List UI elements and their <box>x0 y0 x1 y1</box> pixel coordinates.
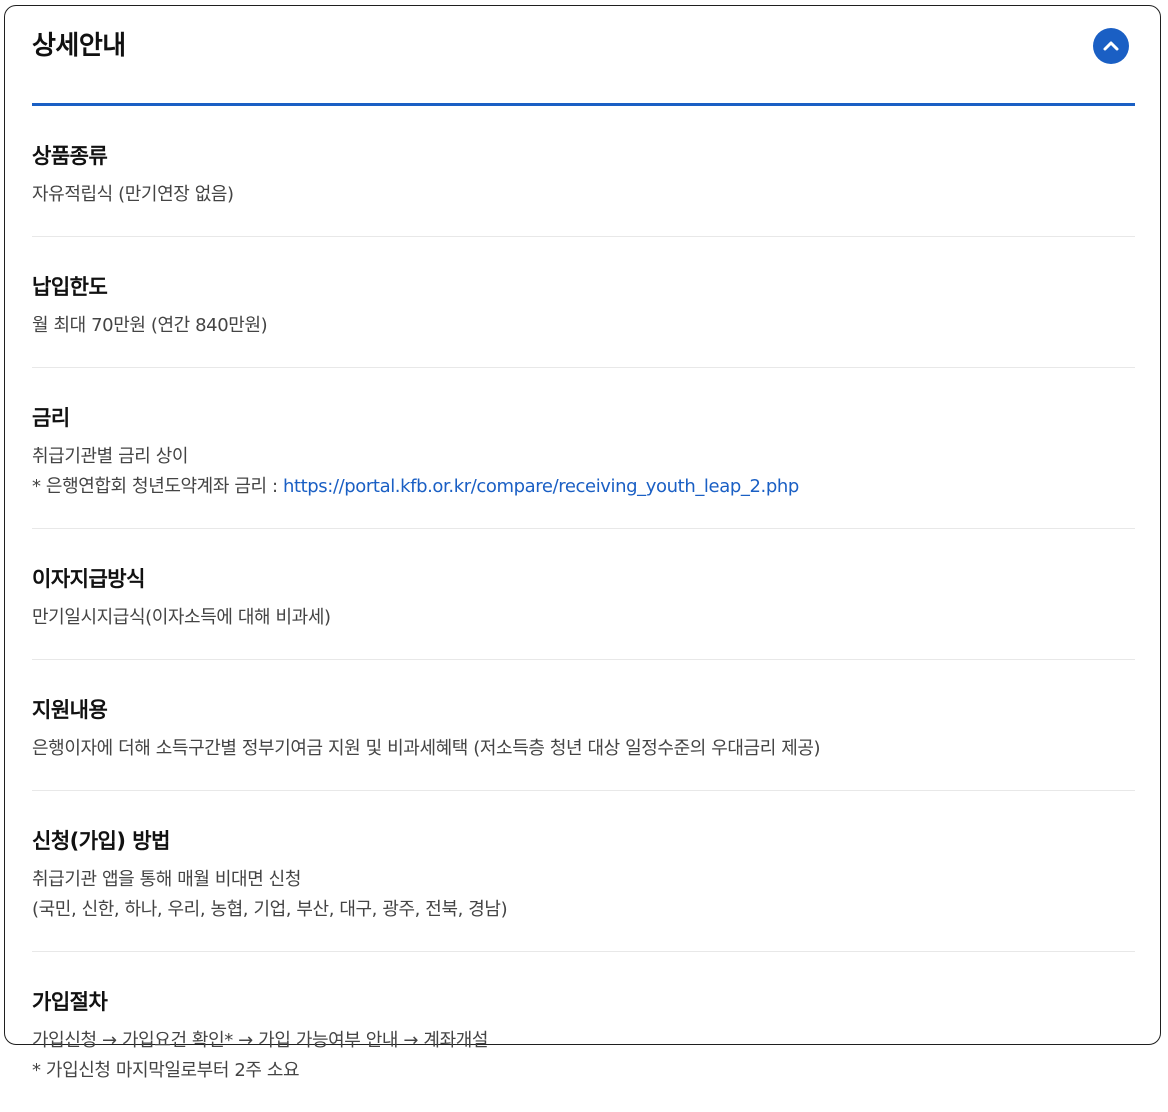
section-interest-rate: 금리 취급기관별 금리 상이 * 은행연합회 청년도약계좌 금리 : https… <box>32 368 1135 529</box>
section-title: 납입한도 <box>32 275 108 299</box>
section-application-method: 신청(가입) 방법 취급기관 앱을 통해 매월 비대면 신청 (국민, 신한, … <box>32 791 1135 952</box>
section-title: 지원내용 <box>32 698 108 722</box>
rate-note: * 은행연합회 청년도약계좌 금리 : https://portal.kfb.o… <box>32 472 1135 502</box>
section-text: 은행이자에 더해 소득구간별 정부기여금 지원 및 비과세혜택 (저소득층 청년… <box>32 738 821 759</box>
section-text: 만기일시지급식(이자소득에 대해 비과세) <box>32 607 331 628</box>
section-text: * 가입신청 마지막일로부터 2주 소요 <box>32 1060 300 1081</box>
kfb-rate-link[interactable]: https://portal.kfb.or.kr/compare/receivi… <box>283 476 799 497</box>
section-text: (국민, 신한, 하나, 우리, 농협, 기업, 부산, 대구, 광주, 전북,… <box>32 899 508 920</box>
section-support: 지원내용 은행이자에 더해 소득구간별 정부기여금 지원 및 비과세혜택 (저소… <box>32 660 1135 791</box>
section-deposit-limit: 납입한도 월 최대 70만원 (연간 840만원) <box>32 237 1135 368</box>
collapse-toggle-button[interactable] <box>1093 28 1129 64</box>
panel-header: 상세안내 <box>32 6 1135 106</box>
section-title: 신청(가입) 방법 <box>32 829 170 853</box>
section-title: 금리 <box>32 406 70 430</box>
section-title: 이자지급방식 <box>32 567 145 591</box>
detail-sections: 상품종류 자유적립식 (만기연장 없음) 납입한도 월 최대 70만원 (연간 … <box>32 106 1135 1112</box>
section-text: 자유적립식 (만기연장 없음) <box>32 184 234 205</box>
detail-panel: 상세안내 상품종류 자유적립식 (만기연장 없음) 납입한도 월 최대 70만원… <box>4 5 1161 1081</box>
section-product-type: 상품종류 자유적립식 (만기연장 없음) <box>32 106 1135 237</box>
section-text: 월 최대 70만원 (연간 840만원) <box>32 315 268 336</box>
section-title: 상품종류 <box>32 144 108 168</box>
chevron-up-icon <box>1103 41 1119 51</box>
section-title: 가입절차 <box>32 990 108 1014</box>
section-interest-payment: 이자지급방식 만기일시지급식(이자소득에 대해 비과세) <box>32 529 1135 660</box>
section-enrollment-process: 가입절차 가입신청 → 가입요건 확인* → 가입 가능여부 안내 → 계좌개설… <box>32 952 1135 1112</box>
section-text: 취급기관 앱을 통해 매월 비대면 신청 <box>32 869 302 890</box>
rate-note-prefix: * 은행연합회 청년도약계좌 금리 : <box>32 476 283 497</box>
section-text: 취급기관별 금리 상이 <box>32 446 189 467</box>
panel-title: 상세안내 <box>32 31 126 61</box>
